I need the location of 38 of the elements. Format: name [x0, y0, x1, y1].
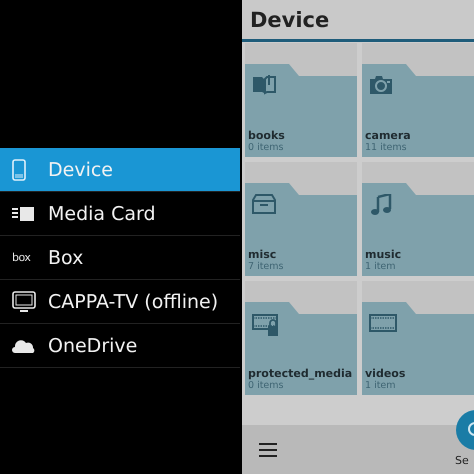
item-count: 0 items	[248, 142, 284, 153]
folder-tile[interactable]: music 1 item	[362, 162, 474, 276]
monitor-icon	[12, 290, 36, 312]
folder-name: music	[365, 248, 402, 261]
item-count: 0 items	[248, 380, 284, 391]
music-note-icon	[369, 194, 393, 216]
box-logo: box	[12, 251, 30, 264]
book-icon	[252, 75, 276, 95]
sidebar-item[interactable]: Media Card	[0, 192, 240, 236]
sidebar-item[interactable]: OneDrive	[0, 324, 240, 368]
sidebar-item[interactable]: Device	[0, 148, 240, 192]
menu-button[interactable]	[257, 440, 279, 458]
folder-name: protected_media	[248, 367, 354, 380]
page-title: Device	[250, 8, 330, 32]
memory-card-icon	[12, 206, 34, 220]
folder-tile[interactable]: camera 11 items	[362, 43, 474, 157]
menu-icon	[259, 442, 277, 456]
folder-name: misc	[248, 248, 278, 261]
item-count: 1 item	[365, 261, 397, 272]
phone-icon	[12, 158, 26, 180]
action-label: Se	[455, 454, 469, 467]
tray-icon	[252, 194, 276, 214]
film-icon	[369, 313, 397, 333]
folder-name: camera	[365, 129, 412, 142]
locked-film-icon	[252, 313, 280, 337]
folder-name: books	[248, 129, 286, 142]
item-count: 11 items	[365, 142, 408, 153]
folder-name: videos	[365, 367, 406, 380]
camera-icon	[369, 75, 393, 95]
folder-tile[interactable]: misc 7 items	[245, 162, 357, 276]
folder-tile[interactable]: videos 1 item	[362, 281, 474, 395]
folder-tile[interactable]: protected_media 0 items	[245, 281, 357, 395]
item-count: 7 items	[248, 261, 284, 272]
sidebar-item[interactable]: CAPPA-TV (offline)	[0, 280, 240, 324]
item-count: 1 item	[365, 380, 397, 391]
sidebar-item[interactable]: box Box	[0, 236, 240, 280]
folder-tile[interactable]: books 0 items	[245, 43, 357, 157]
cloud-icon	[12, 338, 36, 352]
